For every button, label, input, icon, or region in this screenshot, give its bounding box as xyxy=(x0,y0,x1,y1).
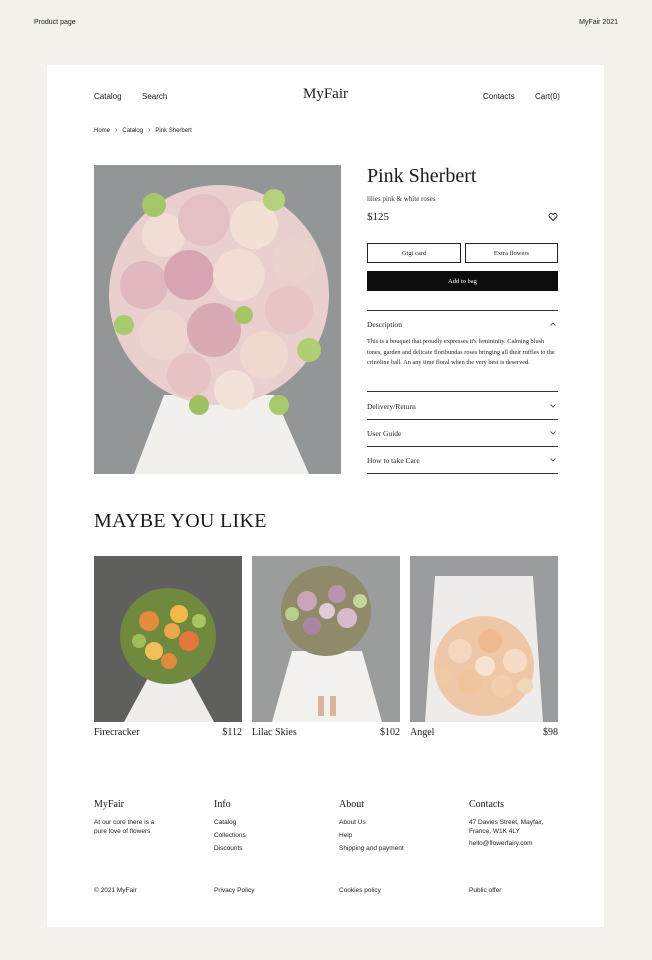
product-price: $125 xyxy=(367,211,389,223)
recommend-title: MAYBE YOU LIKE xyxy=(94,510,267,532)
divider xyxy=(367,446,558,447)
chevron-right-icon: › xyxy=(148,127,151,134)
chevron-down-icon[interactable] xyxy=(549,402,557,410)
page-label: Product page xyxy=(34,19,76,26)
footer-link[interactable]: Collections xyxy=(214,832,246,841)
privacy-policy-link[interactable]: Privacy Policy xyxy=(214,887,254,894)
divider xyxy=(367,473,558,474)
accordion-delivery-title[interactable]: Delivery/Return xyxy=(367,402,416,411)
chevron-up-icon[interactable] xyxy=(549,320,557,328)
public-offer-link[interactable]: Public offer xyxy=(469,887,501,894)
footer-link[interactable]: Help xyxy=(339,832,352,841)
divider xyxy=(367,310,558,311)
divider xyxy=(367,419,558,420)
chevron-down-icon[interactable] xyxy=(549,429,557,437)
product-photo xyxy=(94,165,341,474)
site-logo[interactable]: MyFair xyxy=(47,86,604,103)
copyright: © 2021 MyFair xyxy=(94,887,137,894)
product-card-price: $98 xyxy=(543,727,558,738)
product-card-photo[interactable] xyxy=(94,556,242,722)
product-card-name[interactable]: Lilac Skies xyxy=(252,727,297,738)
extra-flowers-button[interactable]: Extra flowers xyxy=(465,243,558,263)
footer-address: 47 Davies Street, Mayfair, France, W1K 4… xyxy=(469,819,544,835)
footer-link[interactable]: Catalog xyxy=(214,819,236,828)
chevron-right-icon: › xyxy=(115,127,118,134)
chevron-down-icon[interactable] xyxy=(549,456,557,464)
breadcrumb-home[interactable]: Home xyxy=(94,128,110,134)
product-card-photo[interactable] xyxy=(252,556,400,722)
breadcrumb-catalog[interactable]: Catalog xyxy=(122,128,143,134)
product-card-photo[interactable] xyxy=(410,556,558,722)
breadcrumb: Home › Catalog › Pink Sherbert xyxy=(94,127,192,134)
accordion-care-title[interactable]: How to take Care xyxy=(367,456,420,465)
add-to-bag-button[interactable]: Add to bag xyxy=(367,271,558,291)
footer-email[interactable]: hello@flowerfairy.com xyxy=(469,840,533,849)
footer-link[interactable]: About Us xyxy=(339,819,366,828)
gift-card-button[interactable]: Gigt card xyxy=(367,243,461,263)
footer-link[interactable]: Discounts xyxy=(214,845,243,854)
nav-contacts-link[interactable]: Contacts xyxy=(483,92,515,101)
footer-info-title: Info xyxy=(214,799,231,810)
breadcrumb-current: Pink Sherbert xyxy=(155,127,192,134)
accordion-description-title[interactable]: Description xyxy=(367,320,402,329)
product-title: Pink Sherbert xyxy=(367,165,477,187)
footer-brand-title: MyFair xyxy=(94,799,124,810)
footer-about-title: About xyxy=(339,799,364,810)
cookies-policy-link[interactable]: Cookies policy xyxy=(339,887,381,894)
page-card: Catalog Search MyFair Contacts Cart(0) H… xyxy=(47,65,604,927)
product-subtitle: lilies pink & white roses xyxy=(367,195,436,203)
page-year-label: MyFair 2021 xyxy=(579,19,618,26)
footer-contacts-title: Contacts xyxy=(469,799,504,810)
product-card-name[interactable]: Angel xyxy=(410,727,434,738)
product-card-price: $102 xyxy=(380,727,400,738)
accordion-user-guide-title[interactable]: User Guide xyxy=(367,429,401,438)
footer-brand-text: At our core there is a pure love of flow… xyxy=(94,819,155,835)
heart-icon[interactable] xyxy=(548,212,558,222)
product-card-name[interactable]: Firecracker xyxy=(94,727,140,738)
cart-link[interactable]: Cart(0) xyxy=(535,92,560,101)
footer-link[interactable]: Shipping and payment xyxy=(339,845,404,854)
divider xyxy=(367,391,558,392)
product-card-price: $112 xyxy=(222,727,242,738)
product-description: This is a bouquet that proudly expresses… xyxy=(367,338,555,366)
